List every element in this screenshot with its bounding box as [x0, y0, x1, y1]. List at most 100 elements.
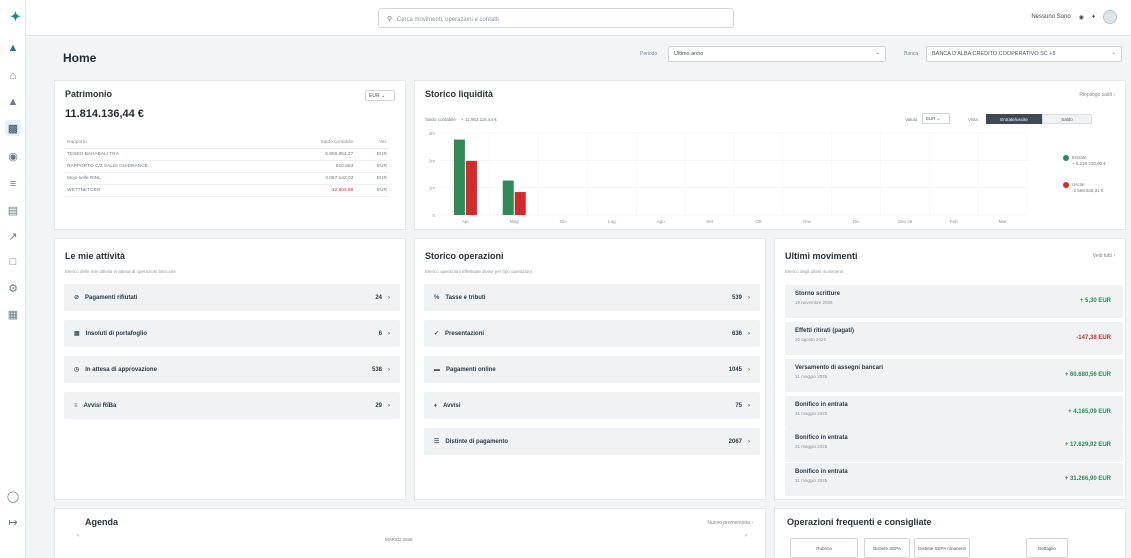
user-area: Nessuno Sono ◉ ♦	[1031, 10, 1117, 24]
operation-count: 2067	[728, 438, 742, 445]
frequent-button[interactable]: Dettaglio	[1026, 538, 1068, 558]
row-currency: EUR	[355, 172, 389, 185]
activity-item[interactable]: ≡ Avvisi RiBa 29 ›	[64, 392, 400, 419]
table-row[interactable]: Mojo selle RINL 4.087.142,03 EUR	[65, 172, 389, 185]
chevron-right-icon[interactable]: ›	[745, 533, 747, 539]
bank-value: BANCA D'ALBA CREDITO COOPERATIVO SC +5	[932, 51, 1056, 57]
row-balance: 810.563	[267, 160, 356, 173]
card-icon: ▬	[434, 366, 440, 373]
legend-uscite-value: -2.568.828,31 €	[1072, 188, 1104, 193]
period-value: Ultimo anno	[674, 51, 704, 57]
agenda-link-label: Nuovo promemoria	[707, 520, 750, 526]
movement-item[interactable]: Versamento di assegni bancari 31 maggio 2…	[785, 359, 1123, 392]
agenda-month: MARZO 2026	[385, 537, 413, 542]
operation-item[interactable]: ♦ Avvisi 75 ›	[424, 392, 760, 419]
bell-icon[interactable]: ♦	[1092, 14, 1095, 20]
operation-count: 75	[735, 402, 742, 409]
activity-item[interactable]: ⊘ Pagamenti rifiutati 24 ›	[64, 284, 400, 311]
legend-entrate: Entrate + 6.238.230,90 €	[1063, 155, 1106, 166]
movement-item[interactable]: Storno scritture 19 novembre 2025 + 5,30 E…	[785, 285, 1123, 318]
movement-title: Effetti ritirati (pagati)	[795, 328, 855, 334]
table-row[interactable]: WETTNETGER -12.503.88 EUR	[65, 184, 389, 197]
x-tick-label: Ott	[755, 219, 762, 224]
shield-icon[interactable]: ◉	[5, 148, 21, 164]
patrimonio-card: Patrimonio EUR ⌄ 11.814.136,44 € Rapport…	[54, 80, 406, 230]
row-currency: EUR	[355, 160, 389, 173]
accounts-table: Rapporto Saldo contabile Val. TESEO BAHA…	[65, 137, 389, 197]
bar-entrate	[453, 139, 465, 215]
table-header: Rapporto Saldo contabile Val.	[65, 137, 389, 149]
document-icon[interactable]: □	[5, 254, 21, 270]
home-icon[interactable]: ⌂	[5, 68, 21, 84]
col-saldo: Saldo contabile	[267, 137, 356, 149]
list-icon[interactable]: ≡	[5, 176, 21, 192]
movement-title: Storno scritture	[795, 291, 841, 297]
activity-count: 538	[371, 366, 382, 373]
movement-item[interactable]: Bonifico in entrata 31 maggio 2025 + 31.26…	[785, 463, 1123, 496]
row-currency: EUR	[355, 184, 389, 197]
trend-icon[interactable]: ↗	[5, 228, 21, 244]
movement-amount: + 60.680,56 EUR	[1064, 372, 1111, 378]
top-bar: ✦ ⚲ Cerca movimenti, operazioni e contat…	[10, 0, 1131, 36]
y-tick-label: 1m	[429, 186, 436, 191]
bank-select[interactable]: BANCA D'ALBA CREDITO COOPERATIVO SC +5 ⌄	[926, 46, 1122, 62]
x-tick-label: Set	[706, 219, 714, 224]
activity-label: Pagamenti rifiutati	[85, 294, 138, 301]
search-placeholder: Cerca movimenti, operazioni e contatti	[396, 17, 499, 23]
search-input[interactable]: ⚲ Cerca movimenti, operazioni e contatti	[378, 8, 734, 28]
operations-subtitle: Elenco operazioni effettuate divise per …	[425, 269, 532, 274]
movement-amount: -147,38 EUR	[1076, 335, 1111, 341]
movement-amount: + 5,30 EUR	[1079, 298, 1111, 304]
gear-icon[interactable]: ⚙	[5, 280, 21, 296]
logout-icon[interactable]: ↦	[5, 514, 21, 530]
bank-label: Banca	[904, 51, 919, 57]
frequent-button[interactable]: Distinte SEPA	[864, 538, 910, 558]
activity-item[interactable]: ◷ In attesa di approvazione 538 ›	[64, 356, 400, 383]
agenda-link[interactable]: Nuovo promemoria ›	[707, 520, 753, 526]
chevron-left-icon[interactable]: ‹	[77, 533, 79, 539]
activity-item[interactable]: ▦ Insoluti di portafoglio 6 ›	[64, 320, 400, 347]
bell-icon: ♦	[434, 402, 438, 409]
period-select[interactable]: Ultimo anno ⌄	[668, 46, 886, 62]
x-tick-label: Dic	[853, 219, 860, 224]
operation-item[interactable]: ✓ Presentazioni 636 ›	[424, 320, 760, 347]
avatar[interactable]	[1103, 10, 1117, 24]
operation-item[interactable]: % Tasse e tributi 539 ›	[424, 284, 760, 311]
movements-link[interactable]: Vedi tutti ›	[1093, 253, 1115, 259]
calendar-icon[interactable]: ▤	[5, 202, 21, 218]
user-name[interactable]: Nessuno Sono	[1031, 14, 1070, 20]
list-icon: ≡	[74, 402, 78, 409]
movement-item[interactable]: Effetti ritirati (pagati) 20 agosto 2025 -…	[785, 322, 1123, 355]
operations-title: Storico operazioni	[425, 251, 504, 261]
frequent-button[interactable]: Rubrica	[790, 538, 858, 558]
activities-title: Le mie attività	[65, 251, 126, 261]
operation-item[interactable]: ▬ Pagamenti online 1045 ›	[424, 356, 760, 383]
movement-title: Bonifico in entrata	[795, 469, 848, 475]
brand-icon[interactable]: ▲	[5, 40, 21, 56]
table-row[interactable]: RAPPORTO C/2 SALDI GUIDRANCE 810.563 EUR	[65, 160, 389, 173]
table-row[interactable]: TESEO BAHABALI TRA 5.889.854,27 EUR	[65, 148, 389, 161]
legend-uscite-dot	[1063, 182, 1069, 188]
grid-icon[interactable]: ▦	[5, 306, 21, 322]
operation-count: 636	[731, 330, 742, 337]
agenda-card: Agenda Nuovo promemoria › ‹ MARZO 2026 ›	[54, 508, 766, 558]
ban-icon: ⊘	[74, 295, 80, 301]
chevron-right-icon: ›	[388, 402, 390, 409]
frequent-button[interactable]: Distinte SEPA rimanenti	[914, 538, 970, 558]
currency-select[interactable]: EUR ⌄	[365, 90, 395, 101]
movement-title: Bonifico in entrata	[795, 402, 848, 408]
chart-up-icon[interactable]: ▲	[5, 94, 21, 110]
liquidity-card: Storico liquidità Riepilogo saldi › Sald…	[414, 80, 1126, 230]
activity-label: Avvisi RiBa	[83, 402, 117, 409]
movement-item[interactable]: Bonifico in entrata 31 maggio 2025 + 4.165…	[785, 396, 1123, 429]
help-icon[interactable]: ◯	[5, 488, 21, 504]
bar-entrate	[502, 180, 514, 215]
movement-amount: + 4.165,09 EUR	[1068, 409, 1111, 415]
percent-icon: %	[434, 294, 440, 301]
user-menu-icon[interactable]: ◉	[1079, 14, 1084, 21]
movement-item[interactable]: Bonifico in entrata 31 maggio 2025 + 17.62…	[785, 429, 1123, 462]
row-currency: EUR	[355, 148, 389, 161]
wallet-icon[interactable]: ▩	[5, 120, 21, 136]
bar-uscite	[465, 160, 477, 215]
operation-item[interactable]: ☰ Distinte di pagamento 2067 ›	[424, 428, 760, 455]
